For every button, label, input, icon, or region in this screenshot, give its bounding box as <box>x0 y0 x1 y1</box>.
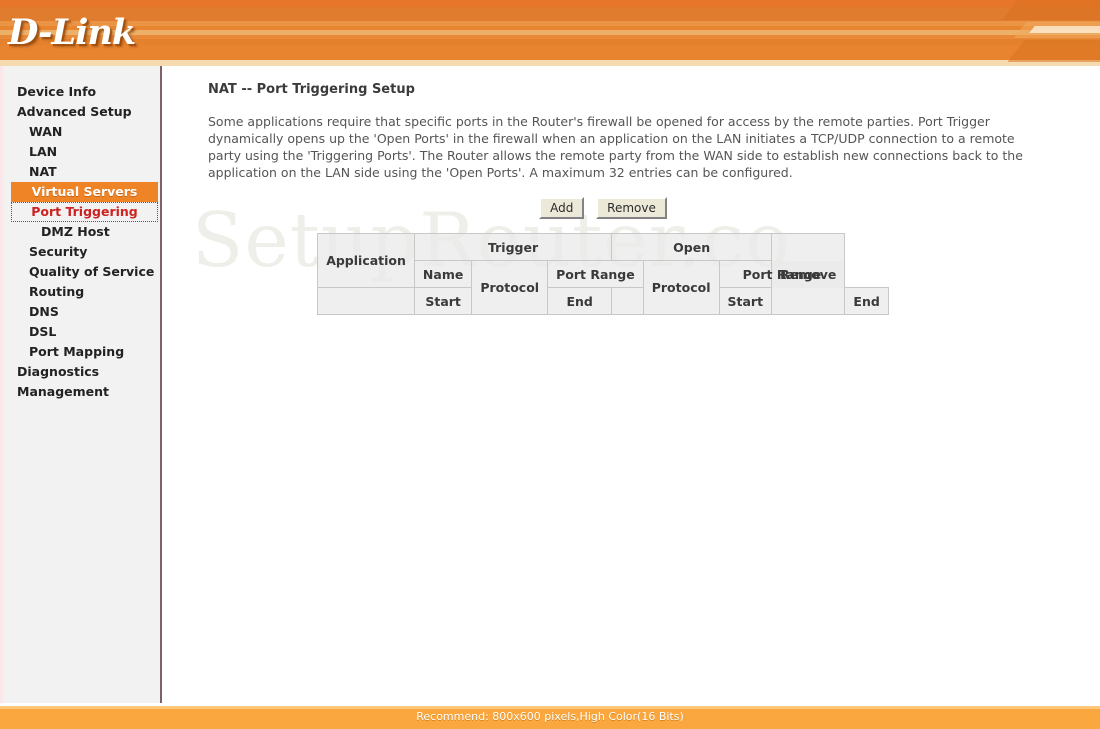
page-title: NAT -- Port Triggering Setup <box>208 82 415 97</box>
sidebar-item-diagnostics[interactable]: Diagnostics <box>3 362 160 382</box>
main-content: SetupRouter.co NAT -- Port Triggering Se… <box>164 66 1100 703</box>
port-triggering-table-wrap: Application Trigger Open Remove Name Pro… <box>208 233 998 315</box>
table-header-row-1: Application Trigger Open Remove <box>317 233 889 315</box>
header-swoosh <box>1002 0 1100 20</box>
sidebar-item-wan[interactable]: WAN <box>3 122 160 142</box>
col-application: Application <box>317 233 415 288</box>
page-header: D-Link <box>0 0 1100 66</box>
sidebar-item-label: DMZ Host <box>41 224 110 239</box>
sidebar-item-label: NAT <box>29 164 57 179</box>
sidebar-item-label: Routing <box>29 284 85 299</box>
sidebar-item-label: Quality of Service <box>29 264 155 279</box>
sidebar-item-port-mapping[interactable]: Port Mapping <box>3 342 160 362</box>
sidebar-item-port-triggering[interactable]: Port Triggering <box>11 202 158 222</box>
page-body: Device Info Advanced Setup WAN LAN NAT Virtua… <box>0 66 1100 703</box>
sidebar-item-dns[interactable]: DNS <box>3 302 160 322</box>
sidebar-item-dmz-host[interactable]: DMZ Host <box>3 222 160 242</box>
col-open-protocol-blank <box>611 287 644 315</box>
header-band <box>0 7 1100 21</box>
sidebar-item-nat[interactable]: NAT <box>3 162 160 182</box>
sidebar-item-advanced-setup[interactable]: Advanced Setup <box>3 102 160 122</box>
col-open: Open <box>611 233 773 261</box>
sidebar-item-label: DSL <box>29 324 57 339</box>
sidebar-item-label: DNS <box>29 304 59 319</box>
port-triggering-table: Application Trigger Open Remove Name Pro… <box>317 233 889 315</box>
col-trigger-protocol: Protocol <box>471 260 549 315</box>
col-trigger-end: End <box>547 287 613 315</box>
add-button[interactable]: Add <box>539 197 585 219</box>
col-trigger-start: Start <box>413 287 473 315</box>
sidebar-item-device-info[interactable]: Device Info <box>3 82 160 102</box>
dlink-logo: D-Link <box>8 12 136 53</box>
sidebar-item-lan[interactable]: LAN <box>3 142 160 162</box>
col-application-blank <box>317 287 415 315</box>
sidebar-item-label: Virtual Servers <box>31 184 138 199</box>
col-trigger-port-range: Port Range <box>547 260 644 288</box>
header-band <box>0 0 1100 7</box>
sidebar-item-quality-of-service[interactable]: Quality of Service <box>3 262 160 282</box>
header-band <box>0 45 1100 60</box>
page-description: Some applications require that specific … <box>208 114 1023 180</box>
sidebar-item-virtual-servers[interactable]: Virtual Servers <box>11 182 158 202</box>
footer-text: Recommend: 800x600 pixels,High Color(16 … <box>416 710 684 723</box>
col-application-name: Name <box>413 260 473 288</box>
sidebar-item-label: Device Info <box>17 84 97 99</box>
col-open-end: End <box>844 287 889 315</box>
remove-button[interactable]: Remove <box>596 197 667 219</box>
sidebar-item-label: Management <box>17 384 110 399</box>
sidebar-item-security[interactable]: Security <box>3 242 160 262</box>
sidebar-item-label: WAN <box>29 124 63 139</box>
action-button-row: Add Remove <box>208 197 998 219</box>
col-trigger: Trigger <box>413 233 613 261</box>
header-swoosh-highlight <box>1029 26 1100 33</box>
sidebar-item-management[interactable]: Management <box>3 382 160 402</box>
col-open-protocol: Protocol <box>642 260 720 315</box>
header-swoosh <box>1007 40 1100 62</box>
page-footer: Recommend: 800x600 pixels,High Color(16 … <box>0 706 1100 729</box>
sidebar-item-label: Security <box>29 244 88 259</box>
sidebar-item-dsl[interactable]: DSL <box>3 322 160 342</box>
sidebar-nav: Device Info Advanced Setup WAN LAN NAT Virtua… <box>0 66 162 703</box>
sidebar-item-label: Port Triggering <box>31 204 138 219</box>
sidebar-item-label: Advanced Setup <box>17 104 132 119</box>
sidebar-item-label: Port Mapping <box>29 344 125 359</box>
sidebar-item-label: LAN <box>29 144 58 159</box>
sidebar-item-routing[interactable]: Routing <box>3 282 160 302</box>
col-open-start: Start <box>718 287 773 315</box>
sidebar-item-label: Diagnostics <box>17 364 100 379</box>
